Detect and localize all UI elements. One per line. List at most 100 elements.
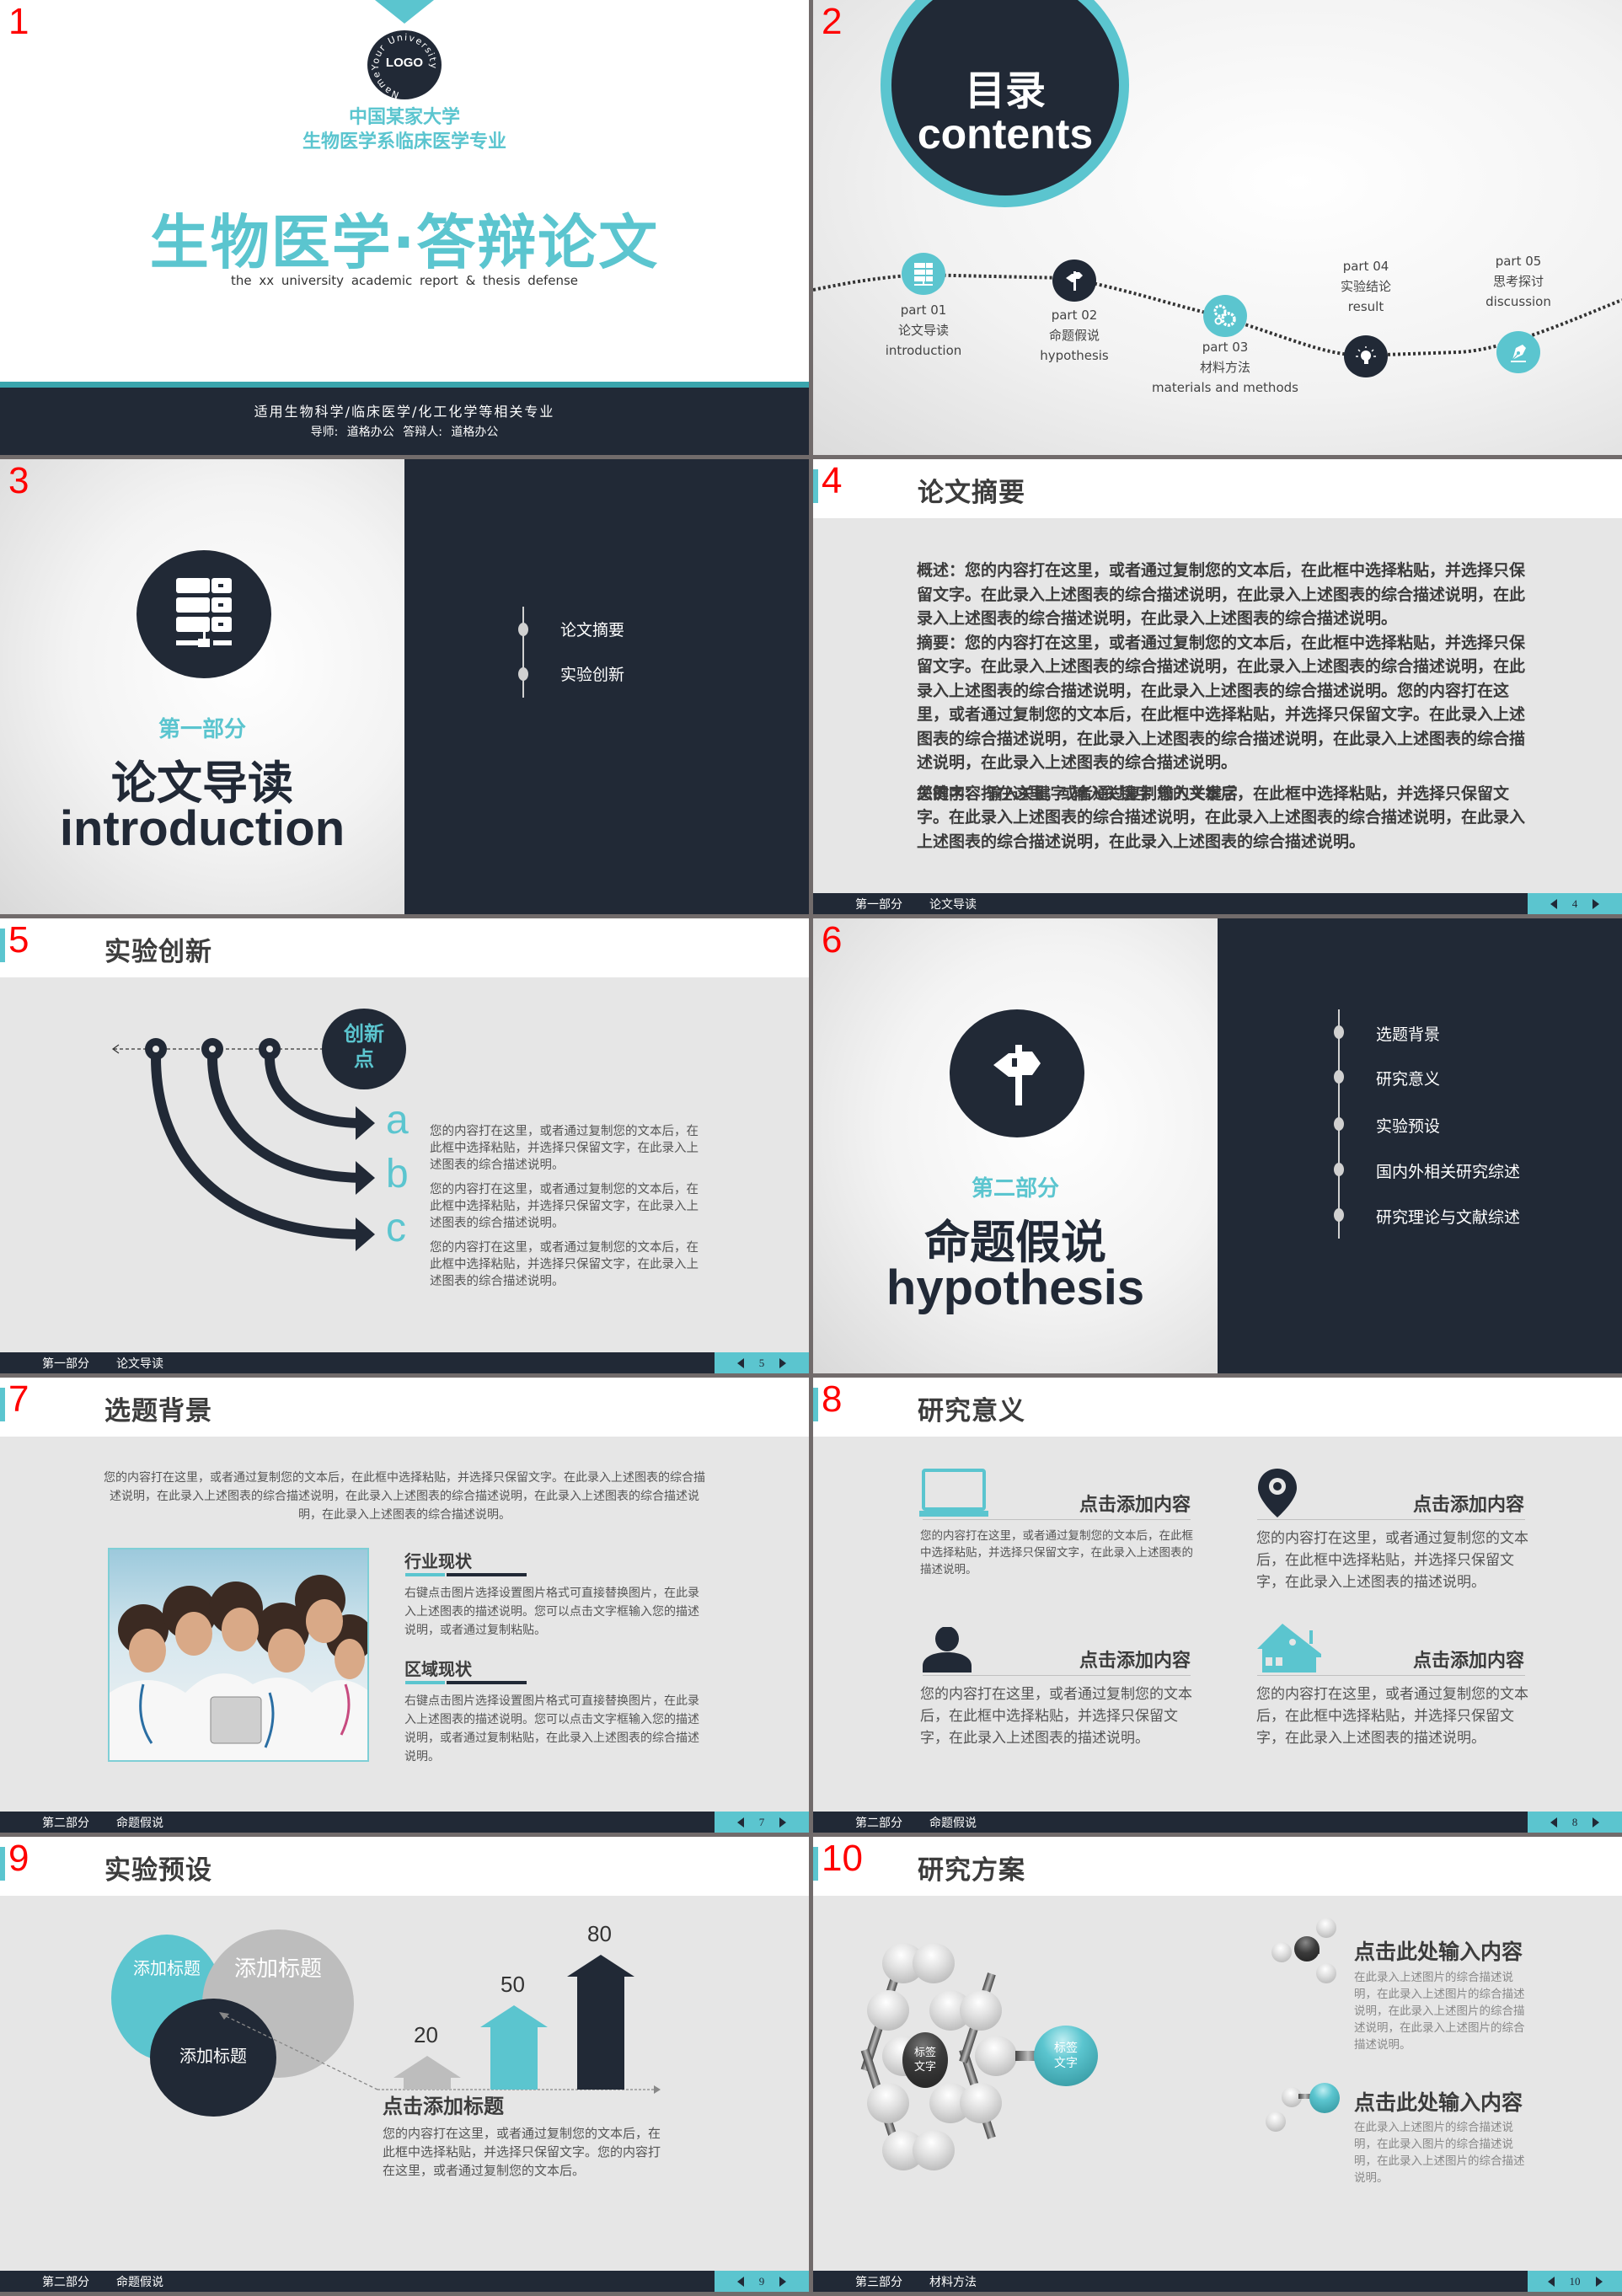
part-03-label[interactable]: part 03 材料方法 materials and methods: [1141, 337, 1309, 398]
overlapping-text-block: 您的内容打在这里，或者通过复制您的文本后，在此框中选择粘贴，并选择只保留文字。在…: [917, 782, 1532, 854]
prev-page-icon[interactable]: [736, 2276, 744, 2287]
slide-6-section-hypothesis[interactable]: 6 第二部分 命题假说 hypothesis 选题背景 研究意义 实验预设 国内…: [813, 918, 1622, 1373]
section-heading: 区域现状: [404, 1659, 472, 1679]
slide-9-experiment-presets[interactable]: 实验预设 9 添加标题 添加标题 添加标题 20 50 80 点击添加标题 您的…: [0, 1837, 809, 2292]
abstract-body: 概述：您的内容打在这里，或者通过复制您的文本后，在此框中选择粘贴，并选择只保留文…: [917, 559, 1532, 854]
content-text: 您的内容打在这里，或者通过复制您的文本后，在此框中选择粘贴，并选择只保留文字。您…: [383, 2126, 661, 2178]
page-navigator: 9: [715, 2271, 809, 2292]
prev-page-icon[interactable]: [736, 1357, 744, 1368]
user-icon: [923, 1627, 972, 1672]
slide-number: 4: [822, 460, 843, 501]
prev-page-icon[interactable]: [1547, 2276, 1555, 2287]
arrow-head-b: [356, 1161, 375, 1195]
lightbulb-icon: [1356, 346, 1376, 364]
part-02-node[interactable]: [1052, 260, 1096, 302]
timeline-dot: [1334, 1117, 1344, 1131]
header-accent-bar: [813, 469, 818, 503]
atom: [867, 2083, 909, 2123]
university-name: 中国某家大学 生物医学系临床医学专业: [0, 105, 809, 154]
slide-10-research-plan[interactable]: 研究方案 10 标签 文字 标签 文字 点击此处输入内容 在此录入上述图片的综合…: [813, 1837, 1622, 2292]
next-page-icon[interactable]: [779, 1817, 787, 1828]
slide-title: 研究意义: [918, 1396, 1025, 1426]
tag-line1: 标签: [913, 2047, 936, 2059]
slide-number: 2: [822, 1, 843, 42]
part-02-label[interactable]: part 02 命题假说 hypothesis: [990, 305, 1159, 366]
slide-7-background[interactable]: 选题背景 7 您的内容打在这里，或者通过复制您的文本后，在此框中选择粘贴，并选择…: [0, 1378, 809, 1833]
signpost-icon: [1066, 271, 1083, 291]
card-heading: 点击添加内容: [1079, 1651, 1191, 1672]
card-text: 您的内容打在这里，或者通过复制您的文本后，在此框中选择粘贴，并选择只保留文字，在…: [1256, 1530, 1528, 1591]
slide-2-contents[interactable]: 2 目录 contents part 01 论文导读 introduction …: [813, 0, 1622, 455]
slide-1-title[interactable]: 1 NameYour University LOGO 中国某家大学 生物医学系临…: [0, 0, 809, 455]
part-number: part 05: [1495, 254, 1542, 269]
section-title-en: hypothesis: [886, 1260, 1145, 1315]
content-heading: 点击添加标题: [383, 2095, 504, 2118]
page-number: 4: [1571, 896, 1578, 910]
keywords-line: 关键字： 输入关键字 输入关键字 输入关键字: [917, 784, 1238, 803]
part-05-label[interactable]: part 05 思考探讨 discussion: [1434, 251, 1603, 312]
slide-5-innovation[interactable]: 实验创新 5 创新 点 a b c 您的内容打在这里，或者通过复制您的文本后，在…: [0, 918, 809, 1373]
section-item[interactable]: 研究理论与文献综述: [1376, 1205, 1520, 1228]
center-tag[interactable]: 标签 文字: [902, 2032, 948, 2088]
slide-number: 6: [822, 919, 843, 961]
section-item[interactable]: 研究意义: [1376, 1067, 1440, 1089]
part-title-cn: 材料方法: [1199, 360, 1250, 375]
card-text: 您的内容打在这里，或者通过复制您的文本后，在此框中选择粘贴，并选择只保留文字，在…: [920, 1686, 1192, 1747]
bar-arrows-chart: [219, 1955, 661, 2094]
card-divider: [923, 1675, 1191, 1676]
growth-arrow: [393, 2056, 461, 2090]
side-tag[interactable]: 标签 文字: [1034, 2026, 1098, 2086]
prev-page-icon[interactable]: [736, 1817, 744, 1828]
timeline-dot: [1334, 1163, 1344, 1176]
section-item[interactable]: 论文摘要: [560, 618, 624, 640]
slide-footer: 第二部分 命题假说 7: [0, 1812, 809, 1833]
section-icon-circle: [137, 550, 271, 678]
card-heading: 点击添加内容: [1079, 1495, 1191, 1516]
slide-8-significance[interactable]: 研究意义 8 点击添加内容 您的内容打在这里，或者通过复制您的文本后，在此框中选…: [813, 1378, 1622, 1833]
server-icon: [914, 263, 933, 286]
prev-page-icon[interactable]: [1550, 1817, 1557, 1828]
next-page-icon[interactable]: [1593, 898, 1600, 909]
page-number: 10: [1569, 2274, 1581, 2288]
part-04-label[interactable]: part 04 实验结论 result: [1282, 256, 1450, 317]
university-logo: NameYour University LOGO: [367, 30, 442, 99]
block-heading: 点击此处输入内容: [1354, 1940, 1523, 1964]
section-text: 右键点击图片选择设置图片格式可直接替换图片，在此录入上述图表的描述说明。您可以点…: [404, 1694, 699, 1763]
part-01-node[interactable]: [902, 253, 945, 295]
server-icon: [176, 578, 232, 647]
footer-subsection: 命题假说: [929, 1817, 977, 1830]
slide-3-section-intro[interactable]: 3 第一部分 论文导读 introduction 论文摘要 实验创新: [0, 459, 809, 914]
next-page-icon[interactable]: [1595, 2276, 1603, 2287]
overview-paragraph: 概述：您的内容打在这里，或者通过复制您的文本后，在此框中选择粘贴，并选择只保留文…: [917, 561, 1526, 628]
innovation-label-line1: 创新: [344, 1022, 384, 1046]
slide-header: 研究意义: [813, 1378, 1622, 1437]
tag-line2: 文字: [913, 2061, 936, 2074]
part-05-node[interactable]: [1496, 331, 1540, 373]
slide-4-abstract[interactable]: 论文摘要 4 概述：您的内容打在这里，或者通过复制您的文本后，在此框中选择粘贴，…: [813, 459, 1622, 914]
arrow-head-c: [356, 1218, 375, 1251]
slide-number: 10: [822, 1838, 863, 1879]
next-page-icon[interactable]: [1593, 1817, 1600, 1828]
section-item[interactable]: 国内外相关研究综述: [1376, 1159, 1520, 1182]
page-number: 7: [758, 1815, 765, 1828]
prev-page-icon[interactable]: [1550, 898, 1557, 909]
doctors-photo[interactable]: [108, 1548, 369, 1762]
footer-section: 第一部分: [42, 1357, 89, 1371]
next-page-icon[interactable]: [779, 1357, 787, 1368]
section-part-label: 第二部分: [971, 1176, 1059, 1202]
intro-paragraph: 您的内容打在这里，或者通过复制您的文本后，在此框中选择粘贴，并选择只保留文字。在…: [104, 1471, 705, 1522]
atom: [960, 2083, 1002, 2123]
next-page-icon[interactable]: [779, 2276, 787, 2287]
part-04-node[interactable]: [1344, 335, 1388, 377]
section-item[interactable]: 实验创新: [560, 662, 624, 685]
page-number: 5: [758, 1356, 765, 1369]
atom: [1266, 2111, 1286, 2132]
part-03-node[interactable]: [1203, 295, 1247, 337]
section-item[interactable]: 选题背景: [1376, 1022, 1440, 1045]
section-icon-circle: [950, 1009, 1084, 1137]
slide-number: 3: [8, 460, 29, 501]
card-text: 您的内容打在这里，或者通过复制您的文本后，在此框中选择粘贴，并选择只保留文字，在…: [1256, 1686, 1528, 1747]
part-01-label[interactable]: part 01 论文导读 introduction: [839, 300, 1008, 361]
section-item[interactable]: 实验预设: [1376, 1114, 1440, 1137]
page-navigator: 5: [715, 1352, 809, 1373]
